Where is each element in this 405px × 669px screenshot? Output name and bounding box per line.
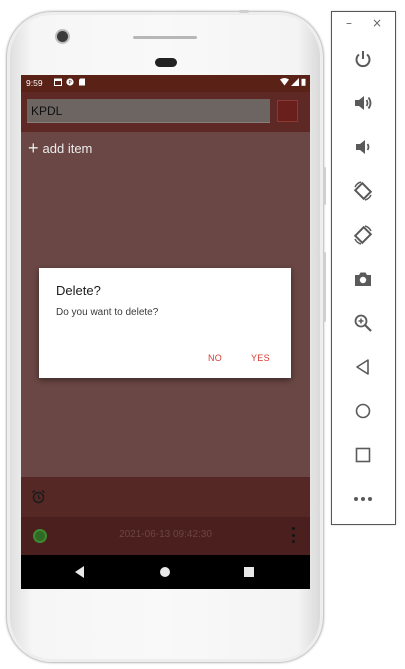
calendar-notification-icon bbox=[54, 78, 62, 86]
back-button[interactable] bbox=[348, 352, 378, 382]
volume-down-button[interactable] bbox=[348, 132, 378, 162]
dialog-message: Do you want to delete? bbox=[56, 307, 159, 318]
power-icon bbox=[355, 51, 371, 68]
toolbar-window-controls: – × bbox=[332, 16, 395, 34]
no-button[interactable]: NO bbox=[208, 353, 222, 363]
more-icon bbox=[354, 497, 372, 501]
home-button[interactable] bbox=[348, 396, 378, 426]
volume-down-icon bbox=[356, 140, 370, 154]
device-screen: 9:59 P KPDL + add item 2021-06-13 09:42:… bbox=[21, 75, 310, 589]
battery-icon bbox=[301, 78, 306, 86]
back-icon bbox=[356, 359, 369, 375]
front-camera bbox=[57, 31, 68, 42]
status-bar: 9:59 P bbox=[21, 75, 310, 92]
volume-up-icon bbox=[355, 96, 372, 110]
rotate-left-button[interactable] bbox=[348, 176, 378, 206]
camera-icon bbox=[355, 272, 371, 286]
list-name-input[interactable]: KPDL bbox=[27, 99, 270, 123]
status-icons-right bbox=[280, 78, 306, 86]
footer-bar: 2021-06-13 09:42:30 bbox=[21, 517, 310, 555]
delete-dialog: Delete? Do you want to delete? NO YES bbox=[39, 268, 291, 378]
emulator-toolbar: – × bbox=[331, 11, 396, 525]
sync-notification-icon: P bbox=[66, 78, 74, 86]
zoom-button[interactable] bbox=[348, 308, 378, 338]
wifi-icon bbox=[280, 78, 289, 86]
more-button[interactable] bbox=[348, 484, 378, 514]
rotate-right-icon bbox=[353, 225, 373, 245]
reminder-bar bbox=[21, 477, 310, 517]
last-modified-timestamp: 2021-06-13 09:42:30 bbox=[119, 529, 212, 540]
rotate-right-button[interactable] bbox=[348, 220, 378, 250]
volume-up-button[interactable] bbox=[348, 88, 378, 118]
zoom-in-icon bbox=[354, 314, 372, 332]
nav-home-icon[interactable] bbox=[160, 567, 170, 577]
top-edge-button bbox=[239, 10, 249, 13]
minimize-button[interactable]: – bbox=[346, 16, 352, 30]
close-button[interactable]: × bbox=[372, 16, 382, 30]
plus-icon: + bbox=[28, 138, 39, 158]
overview-icon bbox=[355, 447, 371, 463]
nav-recents-icon[interactable] bbox=[244, 567, 254, 577]
power-button[interactable] bbox=[348, 44, 378, 74]
yes-button[interactable]: YES bbox=[251, 353, 270, 363]
more-options-icon[interactable] bbox=[292, 527, 296, 543]
screenshot-button[interactable] bbox=[348, 264, 378, 294]
earpiece-speaker bbox=[133, 36, 197, 39]
alarm-clock-icon[interactable] bbox=[31, 489, 46, 504]
status-time: 9:59 bbox=[26, 78, 43, 88]
home-icon bbox=[355, 403, 371, 419]
dialog-title: Delete? bbox=[56, 283, 101, 298]
proximity-sensor bbox=[155, 58, 177, 67]
add-item-label: add item bbox=[42, 140, 93, 156]
signal-icon bbox=[291, 78, 299, 86]
app-header: KPDL bbox=[21, 92, 310, 132]
sd-card-notification-icon bbox=[79, 78, 85, 86]
android-nav-bar bbox=[21, 555, 310, 589]
nav-back-icon[interactable] bbox=[75, 566, 84, 578]
rotate-left-icon bbox=[353, 181, 373, 201]
overview-button[interactable] bbox=[348, 440, 378, 470]
power-side-button bbox=[323, 167, 326, 205]
add-item-button[interactable]: + add item bbox=[28, 138, 93, 158]
color-picker-button[interactable] bbox=[277, 100, 298, 122]
volume-side-button bbox=[323, 252, 326, 322]
